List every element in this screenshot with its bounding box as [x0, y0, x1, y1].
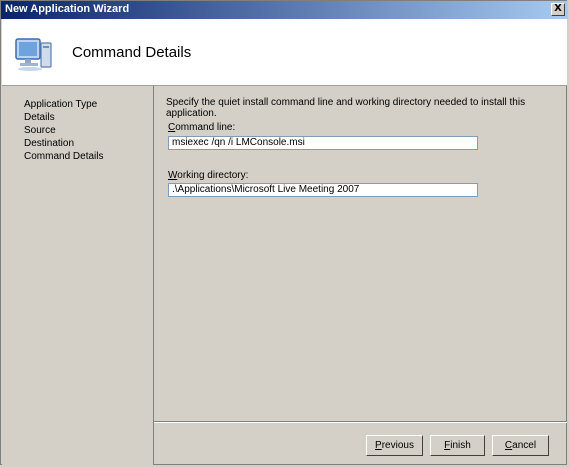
working-directory-label-accel: W [168, 170, 178, 181]
working-directory-field[interactable]: .\Applications\Microsoft Live Meeting 20… [168, 183, 478, 197]
wizard-window: New Application Wizard X Command Details… [0, 0, 568, 465]
sidebar-item-source: Source [24, 125, 56, 136]
footer-divider [154, 421, 567, 423]
wizard-header: Command Details [2, 19, 567, 86]
title-bar[interactable]: New Application Wizard X [1, 1, 568, 19]
instructions-text: Specify the quiet install command line a… [166, 97, 526, 119]
finish-button-rest: inish [450, 440, 471, 451]
sidebar-item-destination: Destination [24, 138, 75, 149]
wizard-step-list: Application Type Details Source Destinat… [2, 86, 154, 465]
previous-button[interactable]: Previous [366, 435, 423, 456]
command-line-label: Command line: [168, 122, 235, 133]
command-line-field[interactable]: msiexec /qn /i LMConsole.msi [168, 136, 478, 150]
previous-button-accel: P [375, 440, 382, 451]
sidebar-item-details: Details [24, 112, 55, 123]
page-title: Command Details [72, 44, 192, 61]
computer-icon [15, 38, 52, 71]
sidebar-item-application-type: Application Type [24, 99, 98, 110]
window-title: New Application Wizard [5, 3, 130, 15]
working-directory-label-rest: orking directory: [177, 170, 249, 181]
previous-button-rest: revious [381, 440, 414, 451]
sidebar-item-command-details: Command Details [24, 151, 104, 162]
command-line-label-rest: ommand line: [175, 122, 236, 133]
cancel-button-rest: ancel [512, 440, 537, 451]
finish-button[interactable]: Finish [430, 435, 485, 456]
close-button[interactable]: X [551, 3, 565, 16]
cancel-button[interactable]: Cancel [492, 435, 549, 456]
working-directory-label: Working directory: [168, 170, 248, 181]
wizard-content: Specify the quiet install command line a… [154, 86, 566, 421]
